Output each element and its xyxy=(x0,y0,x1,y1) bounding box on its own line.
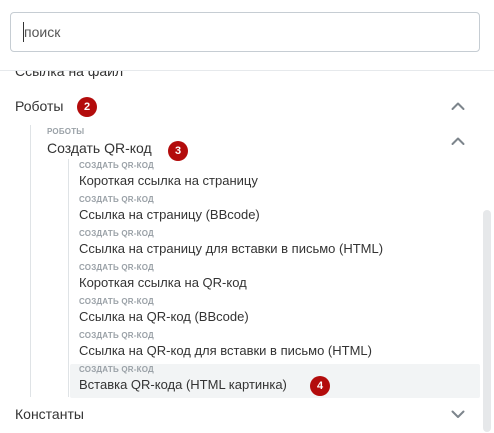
item-label: Короткая ссылка на страницу xyxy=(79,173,258,188)
subgroup-create-qr[interactable]: РОБОТЫ Создать QR-код 3 xyxy=(40,125,484,161)
item-label: Ссылка на QR-код для вставки в письмо (H… xyxy=(79,343,372,358)
tree-line xyxy=(30,125,31,397)
list-item-highlighted[interactable]: СОЗДАТЬ QR-КОД Вставка QR-кода (HTML кар… xyxy=(70,364,480,398)
item-caption: СОЗДАТЬ QR-КОД xyxy=(79,229,154,238)
item-label: Ссылка на QR-код (BBcode) xyxy=(79,309,249,324)
item-label: Ссылка на страницу (BBcode) xyxy=(79,207,260,222)
item-label: Ссылка на страницу для вставки в письмо … xyxy=(79,241,384,256)
item-caption: СОЗДАТЬ QR-КОД xyxy=(79,331,154,340)
group-constants-label: Константы xyxy=(15,406,84,422)
item-caption: СОЗДАТЬ QR-КОД xyxy=(79,365,154,374)
item-caption: СОЗДАТЬ QR-КОД xyxy=(79,297,154,306)
chevron-down-icon[interactable] xyxy=(451,409,465,421)
list-item[interactable]: СОЗДАТЬ QR-КОД Ссылка на QR-код для вста… xyxy=(70,330,480,364)
subgroup-count-badge: 3 xyxy=(168,141,188,161)
list-item[interactable]: СОЗДАТЬ QR-КОД Короткая ссылка на QR-код xyxy=(70,262,480,296)
group-robots[interactable]: Роботы 2 xyxy=(0,93,484,121)
list-item[interactable]: СОЗДАТЬ QR-КОД Ссылка на страницу (BBcod… xyxy=(70,194,480,228)
item-label: Вставка QR-кода (HTML картинка) xyxy=(79,377,287,392)
group-robots-label: Роботы xyxy=(15,98,64,114)
list-item[interactable]: СОЗДАТЬ QR-КОД Короткая ссылка на страни… xyxy=(70,160,480,194)
item-label: Короткая ссылка на QR-код xyxy=(79,275,247,290)
group-constants[interactable]: Константы xyxy=(0,401,484,429)
search-input[interactable] xyxy=(24,13,464,51)
item-caption: СОЗДАТЬ QR-КОД xyxy=(79,195,154,204)
field-list[interactable]: Ссылка на файл Роботы 2 РОБОТЫ Создать Q… xyxy=(0,71,494,433)
item-count-badge: 4 xyxy=(310,376,330,396)
list-item-file-link[interactable]: Ссылка на файл xyxy=(15,71,123,79)
item-caption: СОЗДАТЬ QR-КОД xyxy=(79,263,154,272)
chevron-up-icon[interactable] xyxy=(451,101,465,113)
subgroup-label: Создать QR-код xyxy=(47,140,152,156)
item-caption: СОЗДАТЬ QR-КОД xyxy=(79,161,154,170)
scrollbar[interactable] xyxy=(483,210,491,432)
robots-count-badge: 2 xyxy=(77,97,97,117)
tree-line xyxy=(68,159,69,397)
search-box[interactable] xyxy=(10,12,480,52)
list-item[interactable]: СОЗДАТЬ QR-КОД Ссылка на страницу для вс… xyxy=(70,228,480,262)
subgroup-caption: РОБОТЫ xyxy=(47,127,85,136)
list-item[interactable]: СОЗДАТЬ QR-КОД Ссылка на QR-код (BBcode) xyxy=(70,296,480,330)
chevron-up-icon[interactable] xyxy=(451,136,465,148)
